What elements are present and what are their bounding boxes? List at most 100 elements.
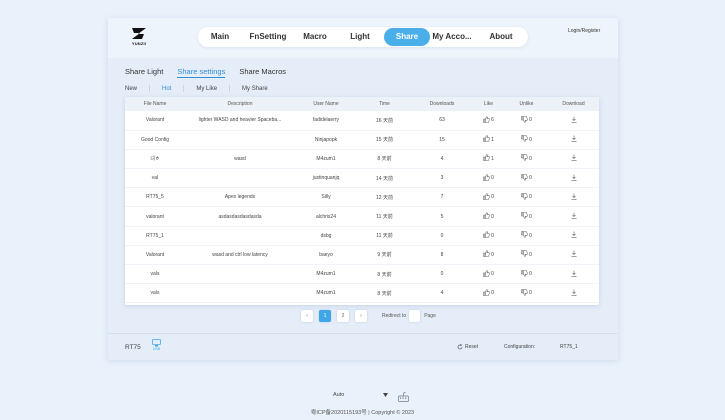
nav-main[interactable]: Main xyxy=(198,28,242,46)
nav-fnsetting[interactable]: FnSetting xyxy=(242,28,294,46)
like-button[interactable]: 0 xyxy=(483,231,494,240)
language-select[interactable]: Auto xyxy=(333,392,388,398)
nav-macro[interactable]: Macro xyxy=(294,28,336,46)
cell-like: 0 xyxy=(472,169,505,188)
thumbs-up-icon xyxy=(483,250,490,259)
download-button[interactable] xyxy=(571,135,577,144)
header-downloads[interactable]: Downloads xyxy=(412,97,472,111)
unlike-button[interactable]: 0 xyxy=(521,135,532,144)
nav-light[interactable]: Light xyxy=(336,28,384,46)
header-unlike[interactable]: Unlike xyxy=(505,97,548,111)
page-button-1[interactable]: 1 xyxy=(319,310,331,322)
cell-download xyxy=(548,226,599,245)
like-count: 0 xyxy=(491,251,494,258)
cell-description xyxy=(185,130,295,149)
unlike-count: 0 xyxy=(529,251,532,258)
tab-share-macros[interactable]: Share Macros xyxy=(239,67,286,78)
tab-share-settings[interactable]: Share settings xyxy=(177,67,226,78)
like-button[interactable]: 1 xyxy=(483,135,494,144)
unlike-button[interactable]: 0 xyxy=(521,269,532,279)
tab-hot[interactable]: Hot xyxy=(162,86,171,92)
redirect-label: Redirect to xyxy=(382,313,407,319)
header-time[interactable]: Time xyxy=(357,97,412,111)
like-button[interactable]: 0 xyxy=(483,269,494,279)
download-button[interactable] xyxy=(571,289,577,298)
thumbs-up-icon xyxy=(483,116,490,125)
cell-download xyxy=(548,111,599,130)
unlike-button[interactable]: 0 xyxy=(521,154,532,163)
cell-like: 0 xyxy=(472,207,505,226)
usb-connection-button[interactable]: USB xyxy=(152,339,161,351)
reset-button[interactable]: Reset xyxy=(457,344,478,350)
header-user-name[interactable]: User Name xyxy=(295,97,357,111)
unlike-button[interactable]: 0 xyxy=(521,116,532,125)
page-button-2[interactable]: 2 xyxy=(337,310,349,322)
header-like[interactable]: Like xyxy=(472,97,505,111)
download-button[interactable] xyxy=(571,154,577,163)
cell-description xyxy=(185,284,295,303)
language-value: Auto xyxy=(333,392,345,398)
cell-downloads: 63 xyxy=(439,117,445,124)
cell-time: 12 天前 xyxy=(376,194,393,201)
tab-new[interactable]: New xyxy=(125,86,137,92)
download-button[interactable] xyxy=(571,270,577,279)
cell-time: 16 天前 xyxy=(376,117,393,124)
table-row: vals M4zum1 8 天前 0 0 0 xyxy=(125,265,599,284)
download-button[interactable] xyxy=(571,212,577,221)
like-button[interactable]: 0 xyxy=(483,193,494,202)
unlike-button[interactable]: 0 xyxy=(521,289,532,298)
header-download: Download xyxy=(562,101,585,107)
unlike-count: 0 xyxy=(529,175,532,182)
nav-about[interactable]: About xyxy=(474,28,528,46)
like-button[interactable]: 0 xyxy=(483,289,494,298)
download-button[interactable] xyxy=(571,116,577,125)
like-button[interactable]: 6 xyxy=(483,116,494,125)
table-row: valorant asdasdasdasdasda alchris24 11 天前 5 0… xyxy=(125,207,599,227)
thumbs-down-icon xyxy=(521,289,528,298)
like-button[interactable]: 0 xyxy=(483,212,494,221)
unlike-button[interactable]: 0 xyxy=(521,231,532,240)
login-register-link[interactable]: Login/Register xyxy=(568,28,600,34)
download-button[interactable] xyxy=(571,250,577,259)
like-button[interactable]: 0 xyxy=(483,173,494,183)
share-tabs: Share Light Share settings Share Macros xyxy=(125,67,300,78)
cell-file-name: vals xyxy=(150,271,160,278)
cell-unlike: 0 xyxy=(505,169,548,188)
cell-unlike: 0 xyxy=(505,111,548,130)
unlike-button[interactable]: 0 xyxy=(521,212,532,221)
next-page-button[interactable]: › xyxy=(355,310,367,322)
nav-my-account[interactable]: My Acco... xyxy=(430,28,474,46)
cell-unlike: 0 xyxy=(505,188,548,207)
tab-share-light[interactable]: Share Light xyxy=(125,67,163,78)
theme-toggle[interactable] xyxy=(398,389,409,407)
configuration-value[interactable]: RT75_1 xyxy=(560,344,578,350)
unlike-button[interactable]: 0 xyxy=(521,173,532,183)
unlike-count: 0 xyxy=(529,117,532,124)
download-icon xyxy=(571,174,577,183)
download-button[interactable] xyxy=(571,231,577,240)
cell-file-name: val xyxy=(151,175,159,182)
page-jump-input[interactable] xyxy=(409,310,421,322)
thumbs-down-icon xyxy=(521,250,528,259)
download-button[interactable] xyxy=(571,174,577,183)
cell-user-name: M4zum1 xyxy=(316,155,336,162)
thumbs-up-icon xyxy=(483,173,490,183)
cell-user-name: M4zum1 xyxy=(316,271,336,278)
like-button[interactable]: 0 xyxy=(483,250,494,259)
tab-my-share[interactable]: My Share xyxy=(242,86,268,92)
logo-text: YUNZII xyxy=(131,41,147,46)
table-body: Valorant lighter WASD and heavier Spaceba… xyxy=(125,111,599,303)
download-icon xyxy=(571,116,577,125)
cell-downloads: 7 xyxy=(440,194,444,201)
prev-page-button[interactable]: ‹ xyxy=(301,310,313,322)
unlike-button[interactable]: 0 xyxy=(521,250,532,259)
nav-share[interactable]: Share xyxy=(384,28,430,46)
thumbs-down-icon xyxy=(521,193,528,202)
tab-my-like[interactable]: My Like xyxy=(196,86,217,92)
thumbs-down-icon xyxy=(521,269,528,279)
cell-user-name: Ninjapopk xyxy=(314,136,338,143)
download-button[interactable] xyxy=(571,193,577,202)
like-button[interactable]: 1 xyxy=(483,154,494,163)
header-file-name[interactable]: File Name xyxy=(125,97,185,111)
unlike-button[interactable]: 0 xyxy=(521,193,532,202)
